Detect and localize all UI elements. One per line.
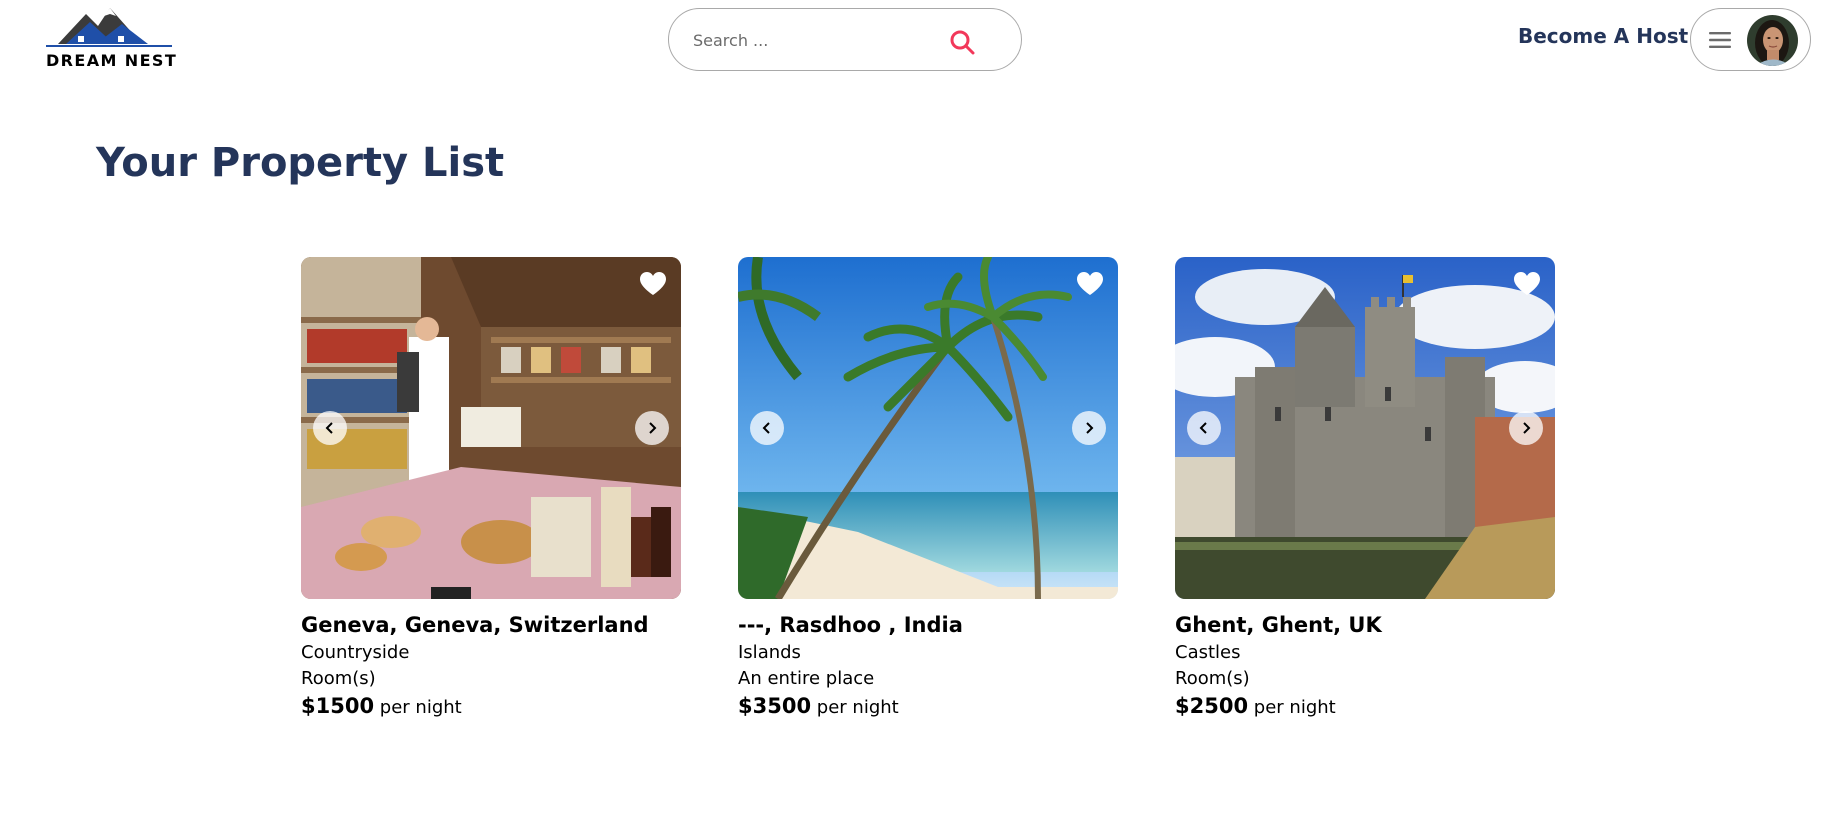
- listing-photo[interactable]: [1175, 257, 1555, 599]
- logo[interactable]: DREAM NEST: [46, 4, 178, 72]
- listing-card[interactable]: Geneva, Geneva, Switzerland Countryside …: [301, 257, 681, 718]
- search-icon: [950, 30, 975, 55]
- become-host-link[interactable]: Become A Host: [1518, 24, 1688, 48]
- search-bar: [668, 8, 1022, 71]
- listing-category: Countryside: [301, 642, 410, 663]
- chevron-left-icon: [1199, 422, 1207, 434]
- listing-card[interactable]: ---, Rasdhoo , India Islands An entire p…: [738, 257, 1118, 718]
- listing-location: Geneva, Geneva, Switzerland: [301, 613, 649, 637]
- next-image-button[interactable]: [1072, 411, 1106, 445]
- listing-photo[interactable]: [301, 257, 681, 599]
- previous-image-button[interactable]: [313, 411, 347, 445]
- price-amount: $3500: [738, 694, 812, 718]
- chevron-right-icon: [649, 422, 657, 434]
- chevron-right-icon: [1523, 422, 1531, 434]
- chevron-left-icon: [762, 422, 770, 434]
- listing-price: $2500 per night: [1175, 694, 1555, 718]
- heart-icon[interactable]: [639, 271, 667, 297]
- heart-icon[interactable]: [1513, 271, 1541, 297]
- chevron-right-icon: [1086, 422, 1094, 434]
- listing-image-castle: [1175, 257, 1555, 599]
- previous-image-button[interactable]: [750, 411, 784, 445]
- avatar: [1747, 15, 1798, 66]
- price-amount: $2500: [1175, 694, 1249, 718]
- price-amount: $1500: [301, 694, 375, 718]
- heart-icon[interactable]: [1076, 271, 1104, 297]
- listing-location: Ghent, Ghent, UK: [1175, 613, 1382, 637]
- listing-image-beach: [738, 257, 1118, 599]
- listing-category: Islands: [738, 642, 801, 663]
- listing-photo[interactable]: [738, 257, 1118, 599]
- next-image-button[interactable]: [635, 411, 669, 445]
- next-image-button[interactable]: [1509, 411, 1543, 445]
- page-title: Your Property List: [96, 140, 505, 186]
- listing-type: An entire place: [738, 668, 875, 689]
- price-suffix: per night: [379, 697, 462, 718]
- previous-image-button[interactable]: [1187, 411, 1221, 445]
- logo-text: DREAM NEST: [46, 51, 178, 70]
- listing-price: $1500 per night: [301, 694, 681, 718]
- listing-category: Castles: [1175, 642, 1241, 663]
- listing-location: ---, Rasdhoo , India: [738, 613, 963, 637]
- listing-type: Room(s): [301, 668, 376, 689]
- search-input[interactable]: [693, 23, 923, 57]
- price-suffix: per night: [816, 697, 899, 718]
- user-menu-button[interactable]: [1690, 8, 1811, 71]
- chevron-left-icon: [325, 422, 333, 434]
- hamburger-menu-icon: [1709, 32, 1731, 48]
- price-suffix: per night: [1253, 697, 1336, 718]
- listing-image-bakery: [301, 257, 681, 599]
- listing-type: Room(s): [1175, 668, 1250, 689]
- page: DREAM NEST Become A Host: [0, 0, 1839, 831]
- listing-card[interactable]: Ghent, Ghent, UK Castles Room(s) $2500 p…: [1175, 257, 1555, 718]
- logo-mark-icon: [46, 8, 172, 47]
- search-button[interactable]: [945, 25, 979, 59]
- listing-price: $3500 per night: [738, 694, 1118, 718]
